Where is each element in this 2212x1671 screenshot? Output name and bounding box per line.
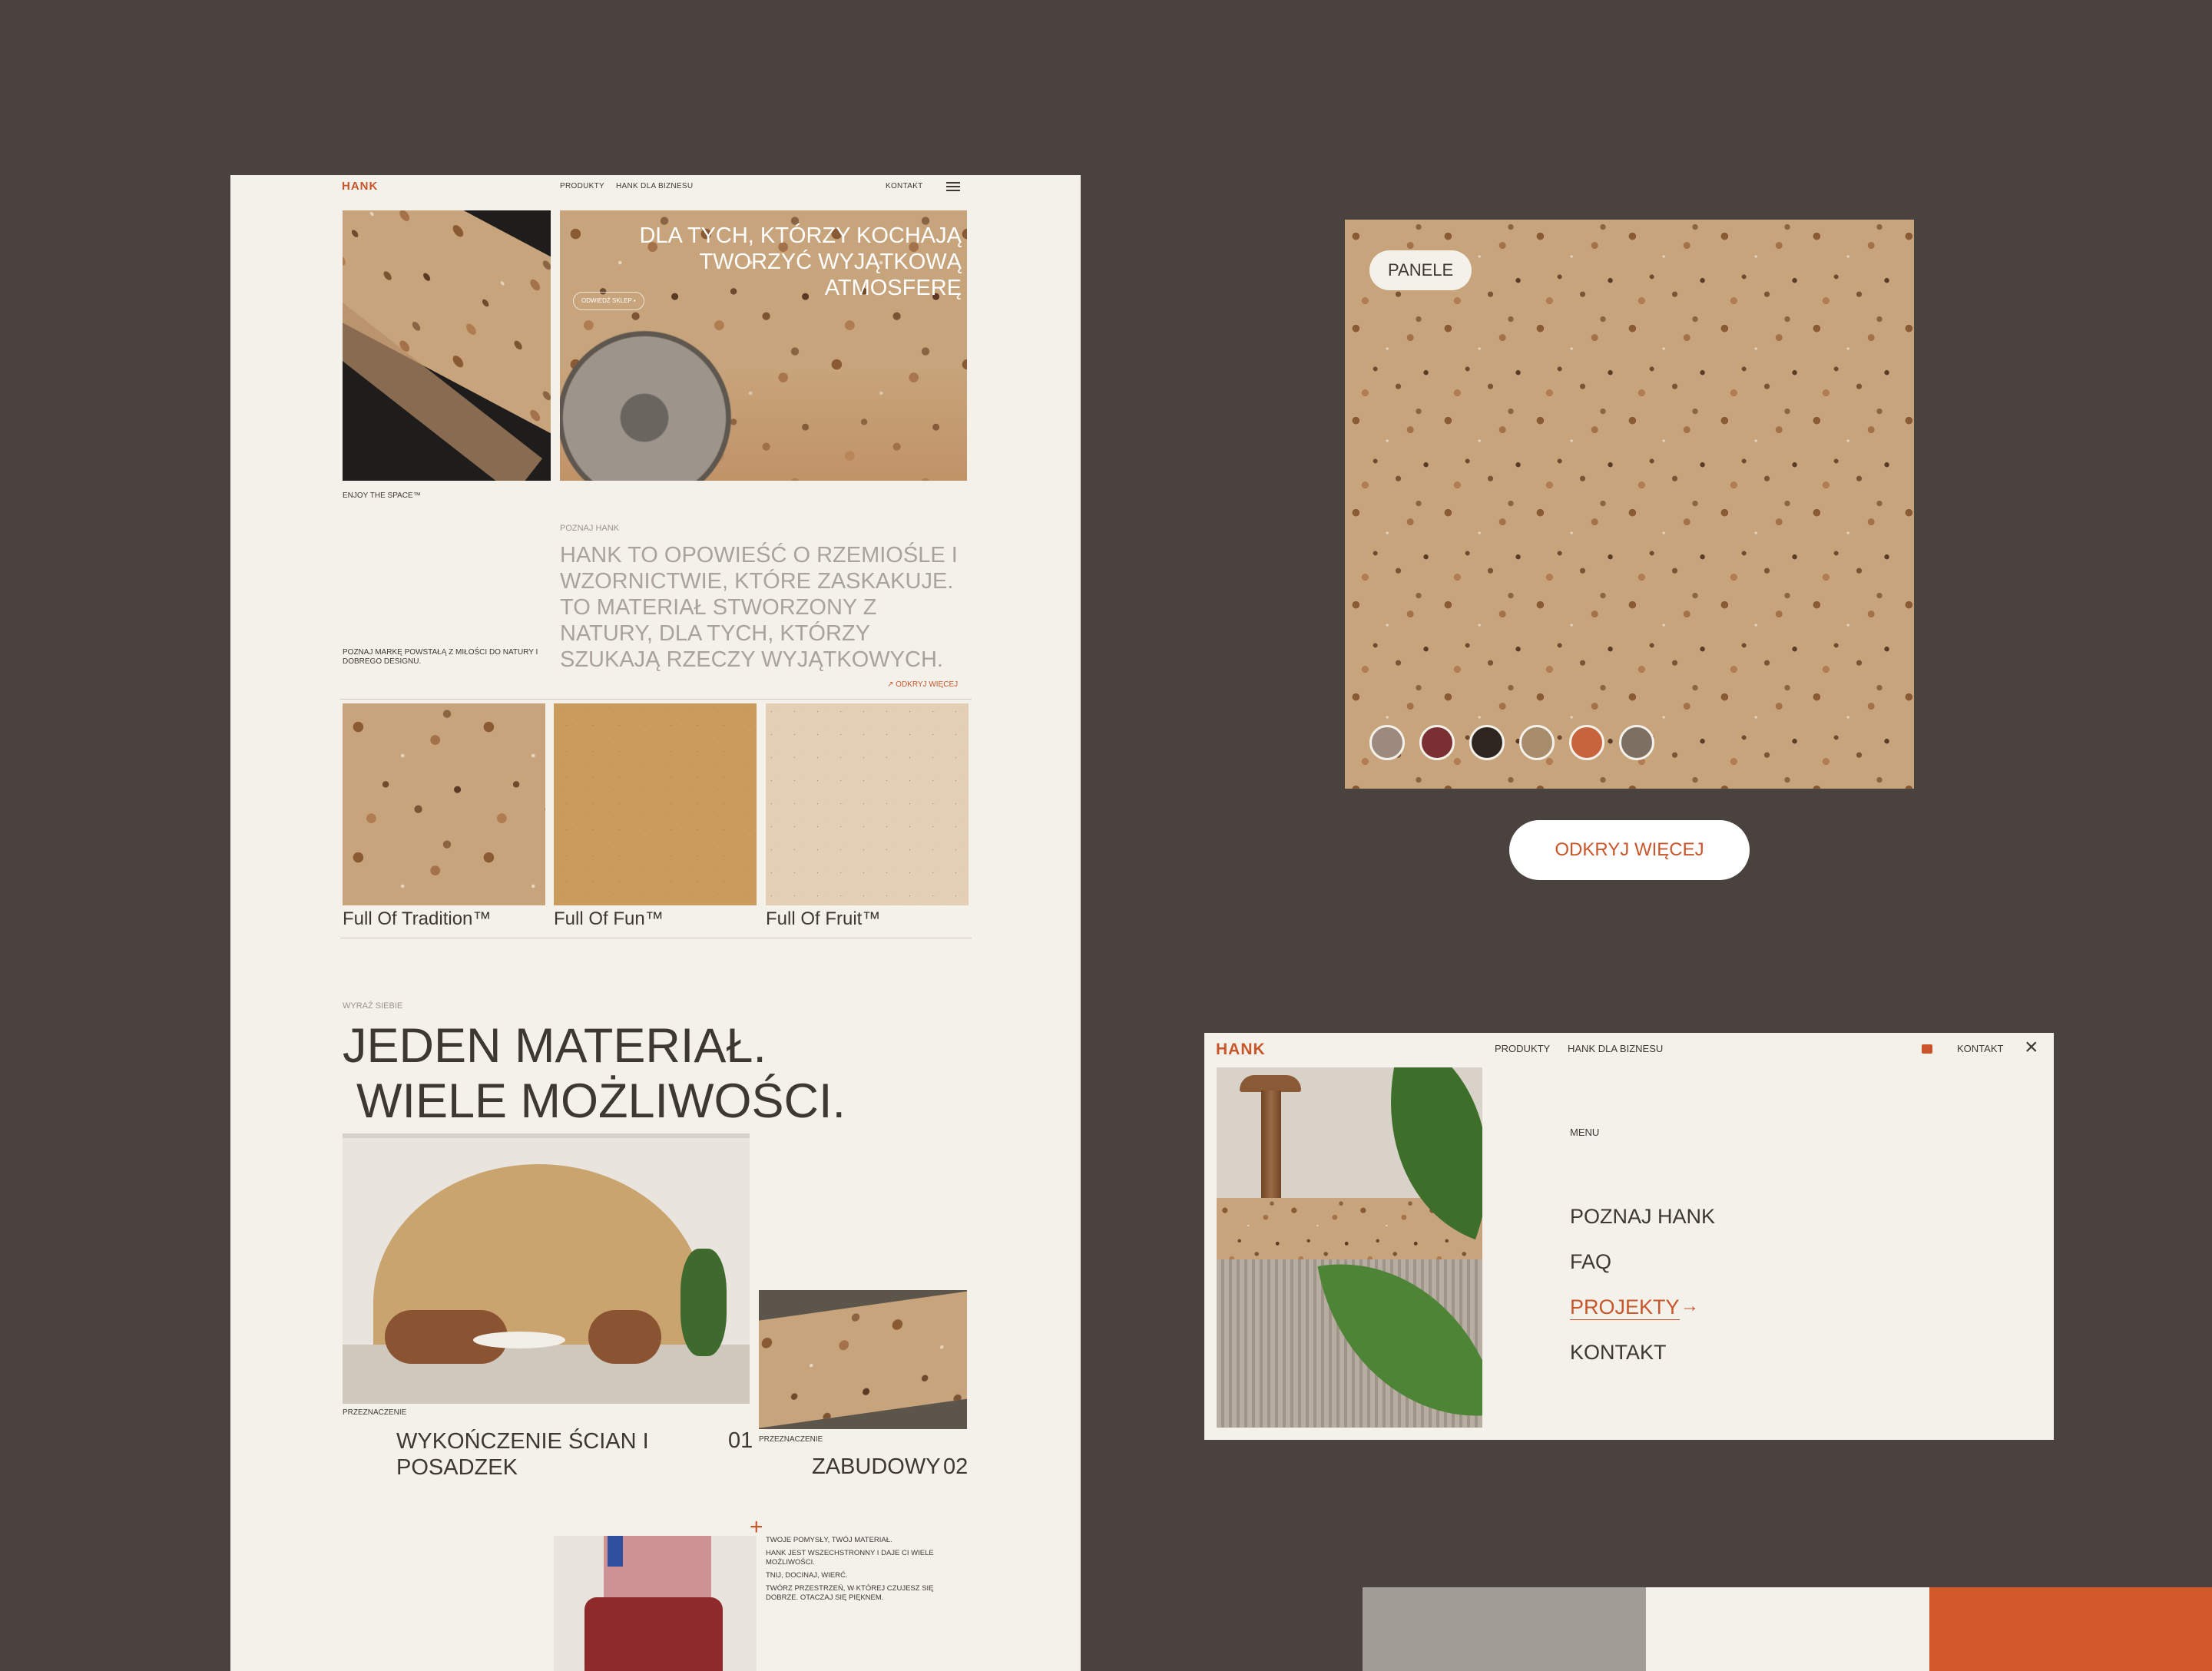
nav-business[interactable]: HANK DLA BIZNESU bbox=[616, 182, 693, 190]
color-swatch-6[interactable] bbox=[1619, 725, 1654, 760]
product-name-tradition[interactable]: Full Of Tradition™ bbox=[343, 908, 491, 930]
palette-swatch-cream bbox=[1646, 1587, 1929, 1671]
menu-label: MENU bbox=[1570, 1127, 1600, 1138]
category-badge[interactable]: PANELE bbox=[1369, 250, 1472, 290]
use-label-1: PRZEZNACZENIE bbox=[343, 1408, 407, 1417]
palette-swatch-grey bbox=[1363, 1587, 1646, 1671]
product-image-fruit[interactable] bbox=[766, 703, 969, 905]
hero-tagline: ENJOY THE SPACE™ bbox=[343, 491, 421, 500]
use-title-2[interactable]: ZABUDOWY bbox=[812, 1454, 941, 1480]
swatch-list bbox=[1369, 725, 1654, 760]
use-number-1: 01 bbox=[728, 1428, 753, 1453]
close-icon[interactable]: × bbox=[2025, 1036, 2038, 1059]
interior-photo bbox=[343, 1133, 750, 1404]
cabinet-photo bbox=[759, 1290, 967, 1429]
menu-item-kontakt[interactable]: KONTAKT bbox=[1570, 1341, 1667, 1365]
discover-more-button[interactable]: ODKRYJ WIĘCEJ bbox=[1509, 820, 1750, 880]
nav-contact[interactable]: KONTAKT bbox=[886, 182, 923, 190]
menu-nav-products[interactable]: PRODUKTY bbox=[1495, 1043, 1550, 1054]
website-page-preview: HANK PRODUKTY HANK DLA BIZNESU KONTAKT E… bbox=[230, 175, 1081, 1671]
about-intro: POZNAJ MARKĘ POWSTAŁĄ Z MIŁOŚCI DO NATUR… bbox=[343, 648, 538, 666]
hero-side-image bbox=[343, 210, 551, 481]
product-name-fruit[interactable]: Full Of Fruit™ bbox=[766, 908, 880, 930]
color-swatch-2[interactable] bbox=[1419, 725, 1455, 760]
menu-item-faq[interactable]: FAQ bbox=[1570, 1250, 1611, 1274]
about-label: POZNAJ HANK bbox=[560, 524, 620, 533]
stool-photo bbox=[554, 1536, 757, 1671]
product-image-fun[interactable] bbox=[554, 703, 757, 905]
menu-item-projekty[interactable]: PROJEKTY bbox=[1570, 1295, 1680, 1320]
ideas-text: TWOJE POMYSŁY, TWÓJ MATERIAŁ. HANK JEST … bbox=[766, 1536, 934, 1602]
color-swatch-3[interactable] bbox=[1469, 725, 1505, 760]
color-swatch-4[interactable] bbox=[1519, 725, 1555, 760]
use-title-1[interactable]: WYKOŃCZENIE ŚCIAN I POSADZEK bbox=[396, 1428, 657, 1481]
product-image-tradition[interactable] bbox=[343, 703, 545, 905]
cart-icon[interactable] bbox=[1922, 1044, 1932, 1054]
color-swatch-5[interactable] bbox=[1569, 725, 1604, 760]
color-swatch-1[interactable] bbox=[1369, 725, 1405, 760]
menu-nav-business[interactable]: HANK DLA BIZNESU bbox=[1568, 1043, 1663, 1054]
use-label-2: PRZEZNACZENIE bbox=[759, 1435, 823, 1444]
palette-swatch-orange bbox=[1929, 1587, 2212, 1671]
menu-brand-logo[interactable]: HANK bbox=[1216, 1041, 1266, 1059]
use-number-2: 02 bbox=[943, 1454, 969, 1479]
arrow-icon: ▪ bbox=[633, 297, 636, 304]
menu-photo bbox=[1217, 1067, 1482, 1428]
hero-headline: DLA TYCH, KTÓRZY KOCHAJĄ TWORZYĆ WYJĄTKO… bbox=[639, 223, 962, 300]
about-text: HANK TO OPOWIEŚĆ O RZEMIOŚLE I WZORNICTW… bbox=[560, 543, 958, 672]
shop-button[interactable]: ODWIEDŹ SKLEP ▪ bbox=[573, 292, 644, 310]
arrow-right-icon: → bbox=[1681, 1295, 1699, 1316]
menu-overlay-preview: HANK PRODUKTY HANK DLA BIZNESU KONTAKT ×… bbox=[1204, 1033, 2054, 1440]
divider bbox=[340, 699, 972, 700]
about-more-link[interactable]: ↗ ODKRYJ WIĘCEJ bbox=[887, 680, 958, 689]
hamburger-menu-icon[interactable] bbox=[946, 180, 960, 194]
menu-item-poznaj-hank[interactable]: POZNAJ HANK bbox=[1570, 1205, 1715, 1229]
arrow-up-right-icon: ↗ bbox=[887, 680, 894, 689]
express-headline: JEDEN MATERIAŁ. WIELE MOŻLIWOŚCI. bbox=[343, 1019, 846, 1128]
menu-nav-contact[interactable]: KONTAKT bbox=[1957, 1043, 2003, 1054]
brand-logo[interactable]: HANK bbox=[342, 180, 378, 193]
product-name-fun[interactable]: Full Of Fun™ bbox=[554, 908, 664, 930]
express-label: WYRAŹ SIEBIE bbox=[343, 1001, 403, 1011]
panel-material-card[interactable]: PANELE bbox=[1345, 220, 1914, 789]
nav-products[interactable]: PRODUKTY bbox=[560, 182, 604, 190]
